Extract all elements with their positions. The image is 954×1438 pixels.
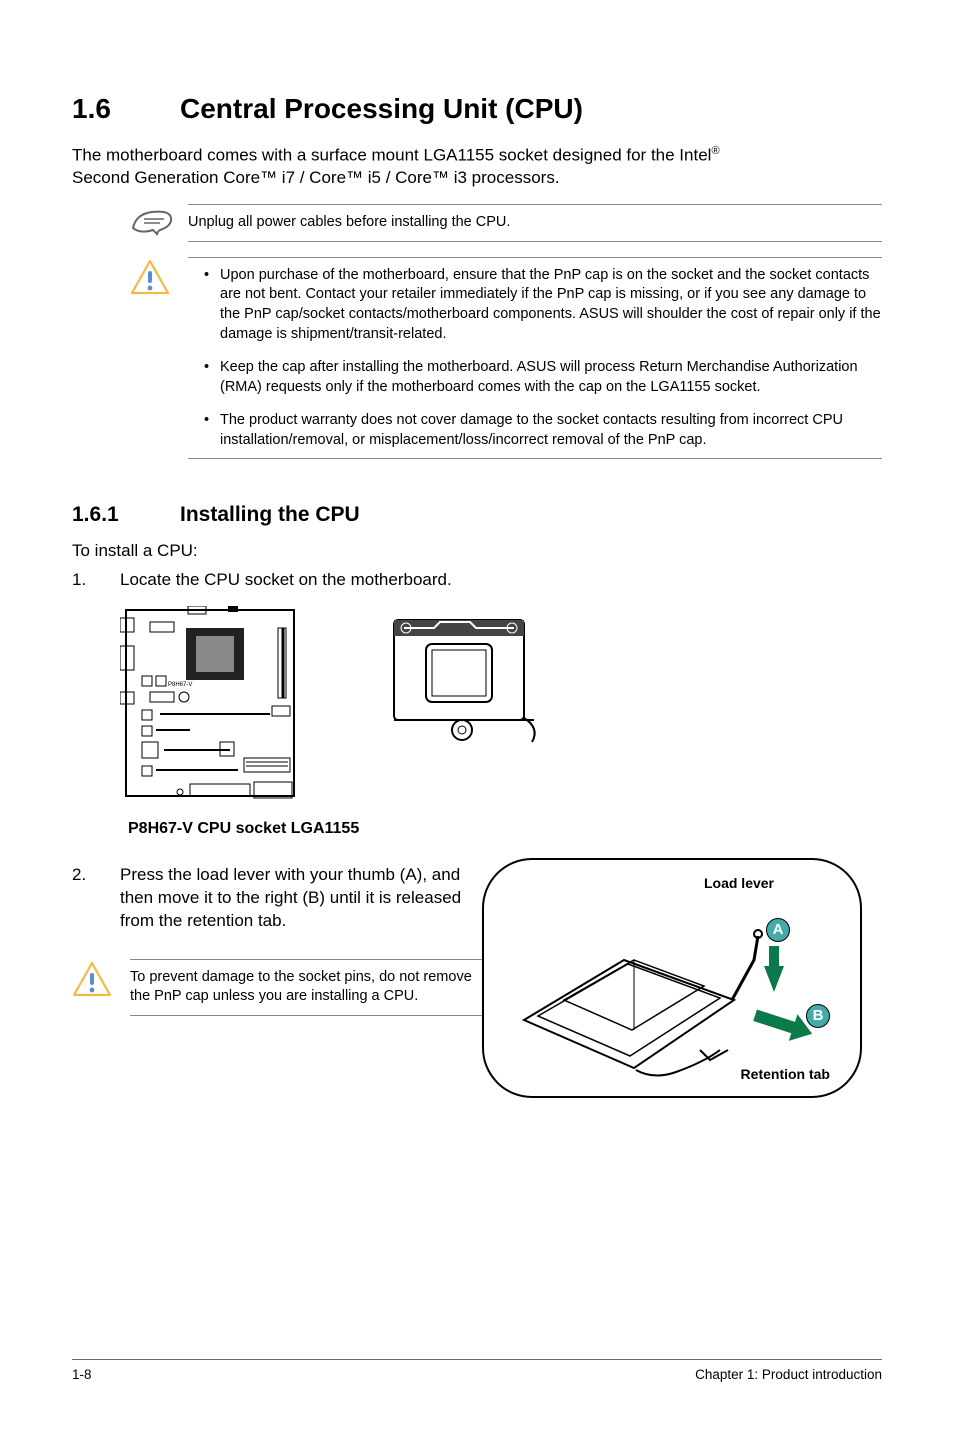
socket-pin-warning-text: To prevent damage to the socket pins, do… [130,959,482,1016]
motherboard-outline-icon: P8H67-V [120,606,310,813]
intro-paragraph: The motherboard comes with a surface mou… [72,144,882,191]
warning-icon [130,284,170,301]
warning-list: Upon purchase of the motherboard, ensure… [188,266,882,451]
subsection-lead: To install a CPU: [72,540,882,563]
step-2: 2. Press the load lever with your thumb … [72,864,482,933]
diagram-caption: P8H67-V CPU socket LGA1155 [128,818,882,840]
step-number: 1. [72,569,120,592]
socket-pin-warning-callout: To prevent damage to the socket pins, do… [72,959,482,1016]
warning-item: The product warranty does not cover dama… [204,411,882,450]
step-1: 1. Locate the CPU socket on the motherbo… [72,569,882,592]
chapter-label: Chapter 1: Product introduction [695,1366,882,1384]
note-icon [130,223,174,240]
page-footer: 1-8 Chapter 1: Product introduction [72,1359,882,1384]
subsection-heading: 1.6.1Installing the CPU [72,501,882,529]
warning-icon [72,986,112,1003]
warning-callout: Upon purchase of the motherboard, ensure… [130,257,882,460]
cpu-socket-closeup-icon [384,610,544,757]
socket-location-diagram: P8H67-V [120,606,882,840]
section-number: 1.6 [72,90,180,128]
section-heading: 1.6Central Processing Unit (CPU) [72,90,882,128]
load-lever-label: Load lever [704,874,774,893]
step-text: Press the load lever with your thumb (A)… [120,864,482,933]
section-title: Central Processing Unit (CPU) [180,93,583,124]
subsection-title: Installing the CPU [180,503,360,526]
intro-line-b: Second Generation Core™ i7 / Core™ i5 / … [72,168,560,187]
page-number: 1-8 [72,1366,92,1384]
socket-isometric-icon [504,900,764,1087]
note-callout: Unplug all power cables before installin… [130,204,882,243]
warning-item: Upon purchase of the motherboard, ensure… [204,266,882,344]
subsection-number: 1.6.1 [72,501,180,529]
warning-item: Keep the cap after installing the mother… [204,358,882,397]
step-number: 2. [72,864,120,933]
load-lever-figure: Load lever A B [482,858,862,1098]
retention-tab-label: Retention tab [741,1065,830,1084]
svg-text:P8H67-V: P8H67-V [168,682,192,688]
registered-mark: ® [711,145,719,157]
step-text: Locate the CPU socket on the motherboard… [120,569,452,592]
marker-a: A [766,918,790,942]
note-text: Unplug all power cables before installin… [188,213,882,233]
intro-line-a: The motherboard comes with a surface mou… [72,145,711,164]
arrow-down-icon [764,966,784,992]
